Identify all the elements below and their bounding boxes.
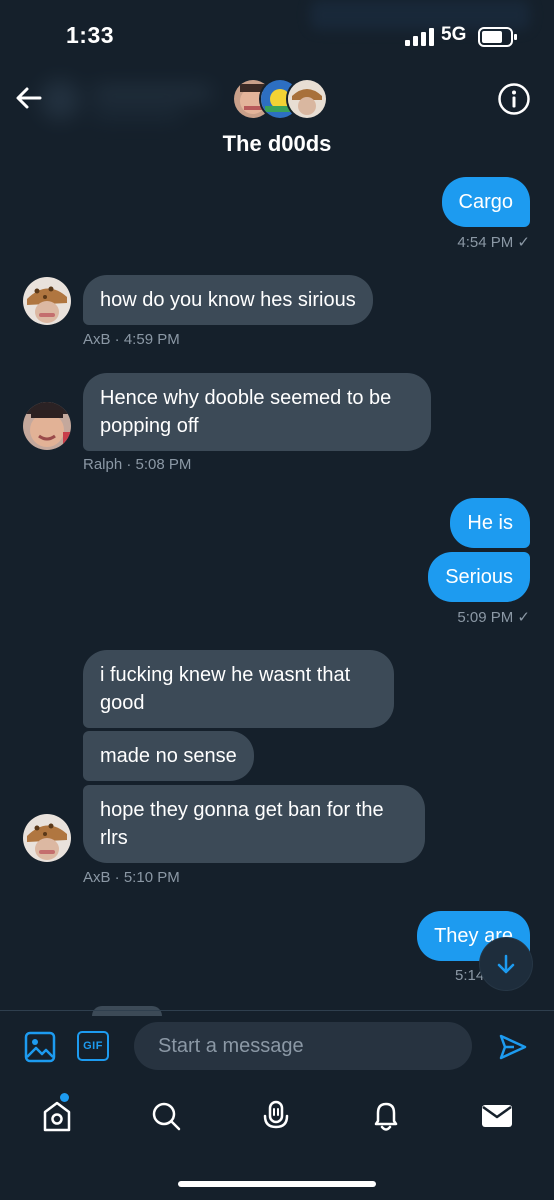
spaces-icon bbox=[263, 1100, 289, 1129]
composer-divider bbox=[0, 1010, 554, 1011]
signal-icon bbox=[405, 28, 434, 46]
message-bubble-incoming[interactable]: made no sense bbox=[83, 731, 254, 781]
status-bar: 1:33 5G bbox=[0, 0, 554, 70]
notifications-icon bbox=[374, 1102, 398, 1131]
messages-icon bbox=[482, 1105, 512, 1127]
send-icon[interactable] bbox=[498, 1032, 528, 1062]
avatar[interactable] bbox=[23, 277, 71, 325]
conversation-title[interactable]: The d00ds bbox=[0, 131, 554, 157]
message-bubble-incoming[interactable]: hope they gonna get ban for the rlrs bbox=[83, 785, 425, 863]
message-meta: Ralph · 5:08 PM bbox=[83, 456, 192, 473]
info-icon[interactable] bbox=[497, 82, 531, 116]
scroll-to-bottom-button[interactable] bbox=[480, 938, 532, 990]
home-icon bbox=[43, 1101, 71, 1132]
home-indicator bbox=[178, 1181, 376, 1187]
tab-notifications[interactable] bbox=[366, 1096, 406, 1136]
gif-button[interactable]: GIF bbox=[77, 1031, 109, 1061]
avatar[interactable] bbox=[23, 402, 71, 450]
tab-search[interactable] bbox=[146, 1096, 186, 1136]
message-bubble-incoming[interactable]: i fucking knew he wasnt that good bbox=[83, 650, 394, 728]
image-icon[interactable] bbox=[24, 1031, 56, 1063]
avatar bbox=[286, 78, 328, 120]
tab-home[interactable] bbox=[37, 1096, 77, 1136]
search-icon bbox=[152, 1102, 181, 1131]
message-bubble-incoming[interactable]: how do you know hes sirious bbox=[83, 275, 373, 325]
message-timestamp: 4:54 PM ✓ bbox=[457, 234, 530, 251]
message-bubble-outgoing[interactable]: Cargo bbox=[441, 177, 530, 227]
message-meta: AxB · 5:10 PM bbox=[83, 869, 180, 886]
network-label: 5G bbox=[441, 24, 467, 45]
message-timestamp: 5:09 PM ✓ bbox=[457, 609, 530, 626]
message-bubble-outgoing[interactable]: Serious bbox=[428, 552, 530, 602]
blurred-notification bbox=[310, 0, 530, 30]
next-message-peek bbox=[92, 1006, 162, 1016]
status-time: 1:33 bbox=[66, 22, 115, 48]
battery-icon bbox=[478, 27, 517, 47]
message-bubble-incoming[interactable]: Hence why dooble seemed to be popping of… bbox=[83, 373, 431, 451]
tab-spaces[interactable] bbox=[256, 1096, 296, 1136]
message-input[interactable] bbox=[134, 1022, 472, 1070]
back-arrow-icon[interactable] bbox=[14, 83, 44, 113]
message-bubble-outgoing[interactable]: He is bbox=[450, 498, 530, 548]
avatar[interactable] bbox=[23, 814, 71, 862]
notification-dot bbox=[60, 1093, 69, 1102]
tab-messages[interactable] bbox=[477, 1096, 517, 1136]
message-meta: AxB · 4:59 PM bbox=[83, 331, 180, 348]
arrow-down-icon bbox=[497, 954, 515, 974]
group-avatars[interactable] bbox=[232, 78, 328, 120]
